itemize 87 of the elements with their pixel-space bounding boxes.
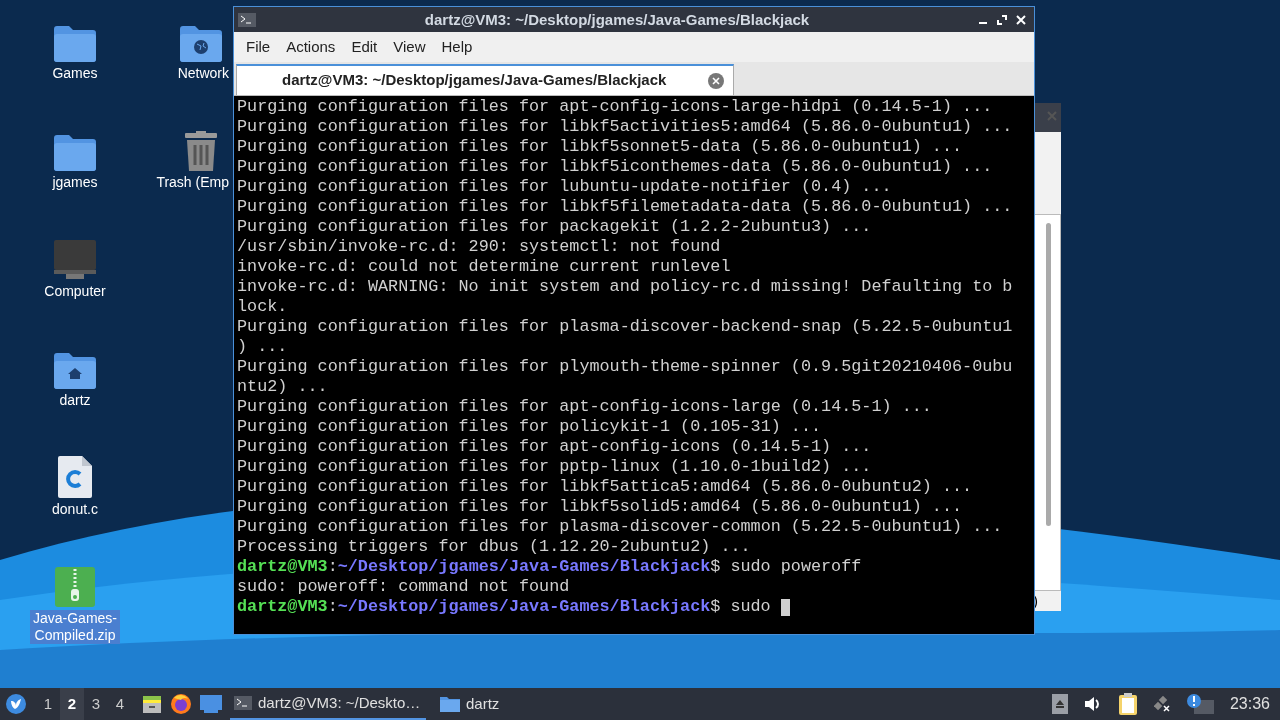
browser-icon[interactable] xyxy=(170,693,192,715)
prompt-symbol: $ xyxy=(710,557,721,577)
home-folder-icon xyxy=(54,353,96,389)
terminal-line: Purging configuration files for apt-config-icons-large (0.14.5-1) ... xyxy=(237,397,932,416)
prompt-separator: : xyxy=(327,557,338,577)
network-icon[interactable] xyxy=(1153,696,1170,712)
terminal-line: Purging configuration files for lubuntu-update-notifier (0.4) ... xyxy=(237,177,892,196)
terminal-line: lock. xyxy=(237,297,288,316)
prompt-path: ~/Desktop/jgames/Java-Games/Blackjack xyxy=(337,557,711,577)
icon-label: donut.c xyxy=(51,501,99,518)
close-tab-icon[interactable] xyxy=(707,71,725,90)
folder-icon xyxy=(54,26,96,62)
maximize-icon[interactable] xyxy=(997,14,1007,25)
terminal-line: Purging configuration files for libkf5activities5:amd64 (5.86.0-0ubuntu1) ... xyxy=(237,117,1013,136)
clipboard-icon[interactable] xyxy=(1117,693,1138,715)
icon-label: Network xyxy=(176,65,230,82)
update-notifier-icon[interactable] xyxy=(1185,694,1214,714)
computer-icon xyxy=(54,240,96,280)
icon-label: Java-Games-Compiled.zip xyxy=(30,610,120,644)
network-folder-icon xyxy=(180,26,222,62)
terminal-line: Purging configuration files for plasma-discover-backend-snap (5.22.5-0ubuntu1 xyxy=(237,317,1013,336)
terminal-line: Purging configuration files for apt-config-icons (0.14.5-1) ... xyxy=(237,437,872,456)
trash-icon xyxy=(183,131,219,171)
icon-label: Computer xyxy=(43,283,107,300)
terminal-line: invoke-rc.d: could not determine current runlevel xyxy=(237,257,731,276)
terminal-line: ) ... xyxy=(237,337,288,356)
prompt-separator: : xyxy=(327,597,338,617)
prompt-user: dartz@VM3 xyxy=(237,597,328,617)
workspace-button[interactable]: 2 xyxy=(60,688,84,720)
desktop-icon[interactable]: donut.c xyxy=(20,454,130,518)
folder-icon xyxy=(54,135,96,171)
terminal-line: Purging configuration files for policykit-1 (0.105-31) ... xyxy=(237,417,822,436)
command-text: sudo poweroff xyxy=(730,557,862,577)
file-cabinet-icon[interactable] xyxy=(142,694,162,714)
zip-file-icon xyxy=(55,567,95,607)
terminal-line: Purging configuration files for libkf5filemetadata-data (5.86.0-0ubuntu1) ... xyxy=(237,197,1013,216)
clock: 23:36 xyxy=(1229,694,1270,714)
terminal-line: Purging configuration files for apt-config-icons-large-hidpi (0.14.5-1) ... xyxy=(237,97,993,116)
desktop-icon[interactable]: Computer xyxy=(20,236,130,300)
c-file-icon xyxy=(58,456,92,498)
terminal-line: Purging configuration files for plasma-discover-common (5.22.5-0ubuntu1) ... xyxy=(237,517,1003,536)
desktop-icon[interactable]: Network xyxy=(150,18,231,82)
terminal-line: Processing triggers for dbus (1.12.20-2ubuntu2) ... xyxy=(237,537,751,556)
prompt-symbol: $ xyxy=(710,597,721,617)
terminal-line: invoke-rc.d: WARNING: No init system and policy-rc.d missing! Defaulting to b xyxy=(237,277,1013,296)
menu-item[interactable]: View xyxy=(385,35,434,59)
terminal-tab[interactable]: dartz@VM3: ~/Desktop/jgames/Java-Games/Blackjack xyxy=(236,64,734,95)
workspace-button[interactable]: 1 xyxy=(36,688,60,720)
workspace-button[interactable]: 4 xyxy=(108,688,132,720)
desktop-icon[interactable]: Games xyxy=(20,18,130,82)
terminal-line: sudo: poweroff: command not found xyxy=(237,577,570,596)
terminal-line: Purging configuration files for plymouth-theme-spinner (0.9.5git20210406-0ubu xyxy=(237,357,1013,376)
icon-label: dartz xyxy=(58,392,92,409)
terminal-line: Purging configuration files for libkf5iconthemes-data (5.86.0-0ubuntu1) ... xyxy=(237,157,993,176)
menu-item[interactable]: Actions xyxy=(278,35,344,59)
desktop-icon[interactable]: Trash (Emp xyxy=(150,127,231,191)
menu-item[interactable]: File xyxy=(238,35,279,59)
eject-icon[interactable] xyxy=(1051,694,1068,714)
desktop-icon[interactable]: Java-Games-Compiled.zip xyxy=(20,563,130,644)
command-text: sudo xyxy=(730,597,771,617)
terminal-icon xyxy=(238,12,256,27)
terminal-icon xyxy=(234,696,252,710)
taskbar-button[interactable]: dartz xyxy=(436,688,504,720)
scrollbar[interactable] xyxy=(1046,223,1051,526)
terminal-line: Purging configuration files for packagekit (1.2.2-2ubuntu3) ... xyxy=(237,217,872,236)
menu-item[interactable]: Edit xyxy=(343,35,386,59)
window-title: dartz@VM3: ~/Desktop/jgames/Java-Games/Blackjack xyxy=(424,10,810,28)
terminal-line: Purging configuration files for libkf5sonnet5-data (5.86.0-0ubuntu1) ... xyxy=(237,137,963,156)
menu-item[interactable]: Help xyxy=(433,35,481,59)
folder-icon xyxy=(440,696,460,712)
terminal-line: ntu2) ... xyxy=(237,377,328,396)
desktop-icon[interactable] xyxy=(200,694,222,714)
start-menu-icon[interactable] xyxy=(6,694,26,714)
prompt-user: dartz@VM3 xyxy=(237,557,328,577)
icon-label: Games xyxy=(51,65,99,82)
icon-label: jgames xyxy=(51,174,99,191)
desktop-icon[interactable]: dartz xyxy=(20,345,130,409)
volume-icon[interactable] xyxy=(1083,696,1102,712)
terminal-line: Purging configuration files for libkf5attica5:amd64 (5.86.0-0ubuntu2) ... xyxy=(237,477,973,496)
taskbar-button[interactable]: dartz@VM3: ~/Deskto… xyxy=(230,688,426,720)
prompt-path: ~/Desktop/jgames/Java-Games/Blackjack xyxy=(337,597,711,617)
workspace-button[interactable]: 3 xyxy=(84,688,108,720)
terminal-line: Purging configuration files for pptp-linux (1.10.0-1build2) ... xyxy=(237,457,872,476)
terminal-line: Purging configuration files for libkf5solid5:amd64 (5.86.0-0ubuntu1) ... xyxy=(237,497,963,516)
desktop-icon[interactable]: jgames xyxy=(20,127,130,191)
icon-label: Trash (Emp xyxy=(155,174,230,191)
terminal-line: /usr/sbin/invoke-rc.d: 290: systemctl: not found xyxy=(237,237,721,256)
